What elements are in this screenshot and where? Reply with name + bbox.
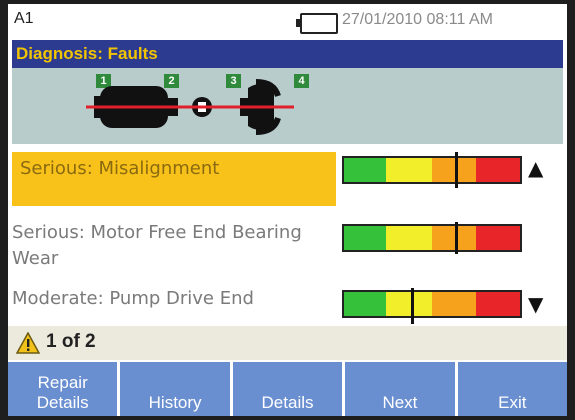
fault-row[interactable]: Serious: Misalignment ▲ (8, 150, 567, 212)
gauge-orange-segment (431, 292, 476, 316)
fault-row[interactable]: Moderate: Pump Drive End ▼ (8, 282, 567, 326)
severity-gauge (342, 288, 522, 324)
history-button[interactable]: History (120, 362, 230, 416)
status-bar: A1 27/01/2010 08:11 AM (8, 4, 567, 38)
fault-label: Moderate: Pump Drive End (12, 288, 254, 309)
location-label: A1 (14, 10, 34, 27)
gauge-yellow-segment (386, 292, 432, 316)
fault-count-text: 1 of 2 (46, 331, 96, 352)
gauge-green-segment (344, 226, 387, 250)
machine-train-diagram: 1 2 3 4 (12, 68, 563, 144)
datetime-label: 27/01/2010 08:11 AM (342, 11, 493, 28)
gauge-green-segment (344, 292, 387, 316)
fault-count-bar: 1 of 2 (8, 326, 567, 360)
severity-needle (410, 288, 414, 324)
warning-icon (16, 332, 40, 354)
triangle-up-icon[interactable]: ▲ (528, 156, 543, 180)
next-button[interactable]: Next (345, 362, 455, 416)
gauge-green-segment (344, 158, 387, 182)
machine-train-drawing (86, 79, 294, 135)
exit-button[interactable]: Exit (457, 362, 567, 416)
battery-icon (296, 13, 338, 34)
triangle-down-icon[interactable]: ▼ (528, 292, 543, 316)
severity-needle (454, 152, 458, 188)
severity-gauge (342, 152, 522, 188)
details-button[interactable]: Details (232, 362, 343, 416)
severity-needle (454, 222, 458, 254)
fault-label: Serious: Misalignment (12, 152, 336, 206)
page-title-bar: Diagnosis: Faults (12, 40, 563, 68)
fault-label: Serious: Motor Free End Bearing Wear (12, 222, 302, 269)
gauge-yellow-segment (386, 226, 432, 250)
analyzer-screen: A1 27/01/2010 08:11 AM Diagnosis: Faults… (8, 4, 567, 416)
softkey-bar: Repair Details History Details Next Exit (8, 362, 567, 416)
gauge-red-segment (475, 158, 520, 182)
gauge-red-segment (475, 292, 520, 316)
gauge-yellow-segment (386, 158, 432, 182)
repair-details-button[interactable]: Repair Details (8, 362, 118, 416)
page-title: Diagnosis: Faults (16, 44, 158, 63)
fault-row[interactable]: Serious: Motor Free End Bearing Wear (8, 216, 567, 276)
gauge-red-segment (475, 226, 520, 250)
severity-gauge (342, 222, 522, 254)
